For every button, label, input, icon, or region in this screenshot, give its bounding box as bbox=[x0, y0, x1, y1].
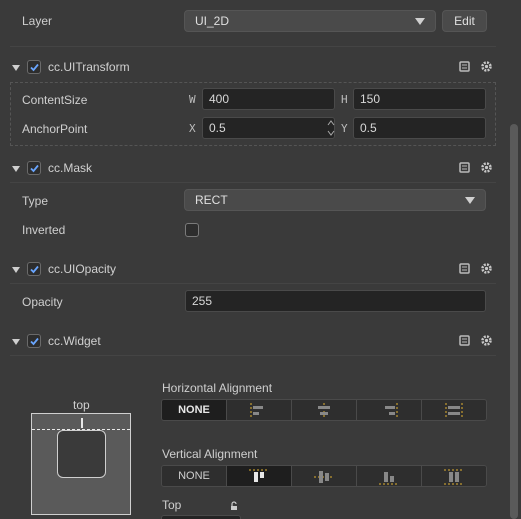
x-axis-label: X bbox=[189, 122, 196, 135]
collapse-arrow-icon[interactable] bbox=[12, 339, 20, 345]
horizontal-alignment-label: Horizontal Alignment bbox=[162, 381, 273, 395]
uiopacity-enabled-checkbox[interactable] bbox=[27, 262, 41, 276]
gear-icon[interactable] bbox=[480, 161, 493, 177]
collapse-arrow-icon[interactable] bbox=[12, 166, 20, 172]
mask-type-label: Type bbox=[22, 194, 49, 208]
uitransform-enabled-checkbox[interactable] bbox=[27, 60, 41, 74]
book-icon[interactable] bbox=[458, 334, 471, 350]
mask-enabled-checkbox[interactable] bbox=[27, 161, 41, 175]
vertical-alignment-label: Vertical Alignment bbox=[162, 447, 258, 461]
height-input[interactable]: 150 bbox=[353, 88, 486, 110]
chevron-down-icon bbox=[465, 197, 475, 204]
widget-header[interactable]: cc.Widget bbox=[0, 329, 506, 355]
section-title: cc.UIOpacity bbox=[48, 262, 117, 276]
layer-value: UI_2D bbox=[195, 14, 230, 28]
preview-node-box bbox=[57, 430, 106, 478]
inverted-checkbox[interactable] bbox=[185, 223, 199, 237]
section-title: cc.Mask bbox=[48, 161, 93, 175]
v-align-stretch-button[interactable] bbox=[422, 466, 486, 486]
divider bbox=[10, 182, 496, 183]
widget-preview-top-label: top bbox=[73, 398, 90, 412]
section-title: cc.UITransform bbox=[48, 60, 130, 74]
divider bbox=[10, 283, 496, 284]
v-align-middle-button[interactable] bbox=[292, 466, 357, 486]
h-align-left-button[interactable] bbox=[227, 400, 292, 420]
uiopacity-header[interactable]: cc.UIOpacity bbox=[0, 257, 506, 283]
mask-type-value: RECT bbox=[195, 193, 228, 207]
anchor-point-label: AnchorPoint bbox=[22, 122, 88, 136]
opacity-input[interactable]: 255 bbox=[185, 290, 486, 312]
layer-label: Layer bbox=[22, 14, 53, 28]
h-align-stretch-button[interactable] bbox=[422, 400, 486, 420]
uitransform-header[interactable]: cc.UITransform bbox=[0, 55, 506, 81]
gear-icon[interactable] bbox=[480, 60, 493, 76]
top-margin-label: Top bbox=[162, 498, 182, 512]
opacity-label: Opacity bbox=[22, 295, 63, 309]
preview-margin-marker bbox=[81, 418, 83, 428]
content-size-label: ContentSize bbox=[22, 93, 88, 107]
h-align-right-button[interactable] bbox=[357, 400, 422, 420]
collapse-arrow-icon[interactable] bbox=[12, 267, 20, 273]
mask-type-dropdown[interactable]: RECT bbox=[184, 189, 486, 211]
divider bbox=[10, 46, 496, 47]
scrollbar-thumb[interactable] bbox=[510, 124, 518, 519]
scrollbar[interactable] bbox=[506, 0, 521, 519]
width-input[interactable]: 400 bbox=[202, 88, 335, 110]
top-margin-input[interactable] bbox=[161, 515, 241, 519]
v-align-top-button[interactable] bbox=[227, 466, 292, 486]
y-axis-label: Y bbox=[341, 122, 348, 135]
divider bbox=[10, 355, 496, 356]
lock-icon[interactable] bbox=[229, 500, 239, 514]
book-icon[interactable] bbox=[458, 60, 471, 76]
mask-header[interactable]: cc.Mask bbox=[0, 156, 506, 182]
horizontal-alignment-group: NONE bbox=[161, 399, 487, 421]
section-title: cc.Widget bbox=[48, 334, 101, 348]
h-align-none-button[interactable]: NONE bbox=[162, 400, 227, 420]
stepper-icon[interactable] bbox=[327, 118, 335, 138]
vertical-alignment-group: NONE bbox=[161, 465, 487, 487]
book-icon[interactable] bbox=[458, 262, 471, 278]
layer-dropdown[interactable]: UI_2D bbox=[184, 10, 436, 32]
anchor-x-input[interactable]: 0.5 bbox=[202, 117, 335, 139]
h-axis-label: H bbox=[341, 93, 348, 106]
widget-preview bbox=[31, 413, 131, 515]
w-axis-label: W bbox=[189, 93, 196, 106]
h-align-center-button[interactable] bbox=[292, 400, 357, 420]
widget-enabled-checkbox[interactable] bbox=[27, 334, 41, 348]
gear-icon[interactable] bbox=[480, 262, 493, 278]
edit-button[interactable]: Edit bbox=[442, 10, 487, 32]
v-align-none-button[interactable]: NONE bbox=[162, 466, 227, 486]
gear-icon[interactable] bbox=[480, 334, 493, 350]
book-icon[interactable] bbox=[458, 161, 471, 177]
chevron-down-icon bbox=[415, 18, 425, 25]
anchor-y-input[interactable]: 0.5 bbox=[353, 117, 486, 139]
v-align-bottom-button[interactable] bbox=[357, 466, 422, 486]
collapse-arrow-icon[interactable] bbox=[12, 65, 20, 71]
inverted-label: Inverted bbox=[22, 223, 66, 237]
